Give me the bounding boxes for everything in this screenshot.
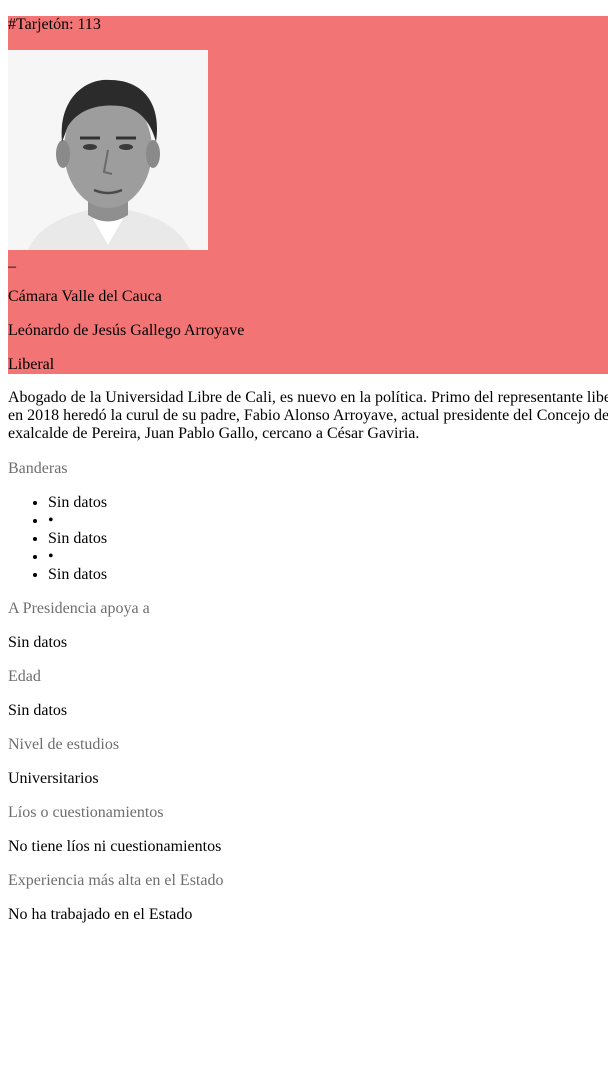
presidencia-value: Sin datos: [8, 634, 68, 651]
party-label: Liberal: [8, 356, 55, 373]
chamber-label: Cámara Valle del Cauca: [8, 288, 162, 305]
experiencia-value: No ha trabajado en el Estado: [8, 906, 193, 923]
list-item: Sin datos: [48, 530, 107, 548]
candidate-bio: Abogado de la Universidad Libre de Cali,…: [8, 389, 608, 443]
list-item: •: [48, 512, 107, 530]
list-item: Sin datos: [48, 566, 107, 584]
bio-line: en 2018 heredó la curul de su padre, Fab…: [8, 407, 608, 424]
bio-line: exalcalde de Pereira, Juan Pablo Gallo, …: [8, 425, 420, 442]
ballot-number: #Tarjetón: 113: [8, 16, 101, 33]
experiencia-label: Experiencia más alta en el Estado: [8, 872, 224, 889]
estudios-label: Nivel de estudios: [8, 736, 120, 753]
presidencia-label: A Presidencia apoya a: [8, 600, 150, 617]
edad-label: Edad: [8, 668, 41, 685]
estudios-value: Universitarios: [8, 770, 99, 787]
banderas-list: Sin datos • Sin datos • Sin datos: [8, 494, 107, 584]
candidate-photo: [8, 50, 208, 250]
list-item: Sin datos: [48, 494, 107, 512]
candidate-name: Leónardo de Jesús Gallego Arroyave: [8, 322, 245, 339]
lios-label: Líos o cuestionamientos: [8, 804, 164, 821]
separator-dash: –: [8, 258, 16, 275]
list-item: •: [48, 548, 107, 566]
lios-value: No tiene líos ni cuestionamientos: [8, 838, 222, 855]
edad-value: Sin datos: [8, 702, 68, 719]
bio-line: Abogado de la Universidad Libre de Cali,…: [8, 389, 608, 406]
banderas-label: Banderas: [8, 460, 68, 477]
